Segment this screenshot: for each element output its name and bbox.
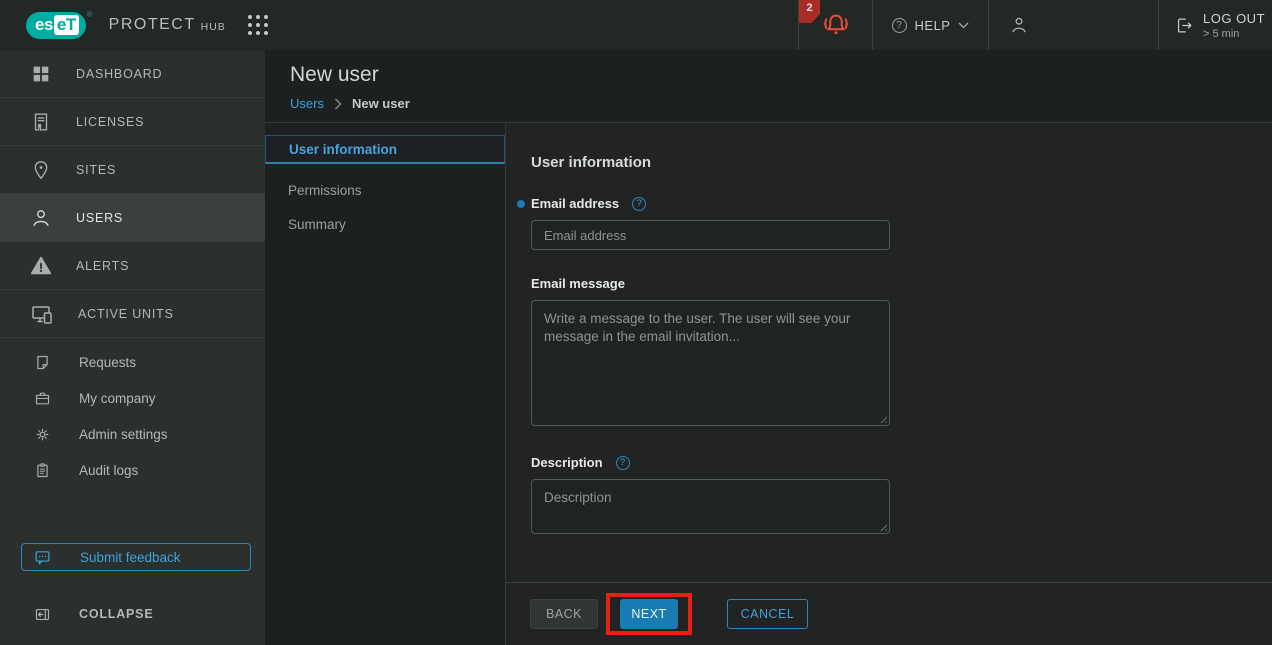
- logout-icon: [1175, 16, 1194, 35]
- sidebar-secondary-nav: Requests My company Admin settings Aud: [0, 344, 265, 488]
- session-timeout-text: > 5 min: [1203, 28, 1265, 40]
- feedback-bubble-icon: [34, 549, 51, 566]
- annotation-next-highlight: NEXT: [606, 593, 692, 635]
- submit-feedback-label: Submit feedback: [80, 550, 181, 565]
- sidebar-item-admin-settings[interactable]: Admin settings: [0, 416, 265, 452]
- product-suffix: HUB: [201, 21, 226, 33]
- help-circle-icon: ?: [892, 18, 907, 33]
- help-label: HELP: [915, 18, 951, 33]
- step-permissions[interactable]: Permissions: [265, 183, 505, 198]
- notification-badge: 2: [799, 0, 820, 23]
- step-user-information[interactable]: User information: [265, 135, 505, 164]
- eset-logo[interactable]: es eT ® PROTECT HUB: [26, 12, 226, 39]
- request-note-icon: [34, 354, 51, 371]
- sidebar-item-users[interactable]: USERS: [0, 194, 265, 242]
- step-summary[interactable]: Summary: [265, 217, 505, 232]
- sidebar-nav: DASHBOARD LICENSES SITES USERS ALERTS: [0, 50, 265, 645]
- email-address-label-row: Email address ?: [531, 196, 1272, 211]
- account-menu[interactable]: [988, 0, 1158, 50]
- page-header: New user Users New user: [265, 50, 1272, 123]
- sidebar-item-licenses[interactable]: LICENSES: [0, 98, 265, 146]
- sidebar-label: SITES: [76, 163, 116, 177]
- user-icon: [30, 207, 52, 229]
- sidebar-item-audit-logs[interactable]: Audit logs: [0, 452, 265, 488]
- collapse-sidebar-button[interactable]: COLLAPSE: [0, 583, 265, 645]
- sidebar-item-requests[interactable]: Requests: [0, 344, 265, 380]
- email-message-textarea[interactable]: [531, 300, 890, 426]
- sidebar-label: Admin settings: [79, 427, 168, 442]
- license-certificate-icon: [30, 111, 52, 133]
- sidebar-label: LICENSES: [76, 115, 144, 129]
- email-message-label-row: Email message: [531, 276, 1272, 291]
- sidebar-label: USERS: [76, 211, 123, 225]
- sidebar-label: Audit logs: [79, 463, 138, 478]
- wizard-steps: User information Permissions Summary: [265, 123, 505, 645]
- sidebar-item-active-units[interactable]: ACTIVE UNITS: [0, 290, 265, 338]
- sidebar-item-dashboard[interactable]: DASHBOARD: [0, 50, 265, 98]
- warning-triangle-icon: [30, 255, 52, 277]
- breadcrumb-link-users[interactable]: Users: [290, 96, 324, 111]
- description-help-icon[interactable]: ?: [616, 456, 630, 470]
- gear-icon: [34, 426, 51, 443]
- sidebar-label: ALERTS: [76, 259, 129, 273]
- chevron-down-icon: [958, 22, 969, 29]
- main-content: New user Users New user User information…: [265, 50, 1272, 645]
- dashboard-grid-icon: [30, 63, 52, 85]
- cancel-button[interactable]: CANCEL: [727, 599, 808, 629]
- email-message-label: Email message: [531, 276, 625, 291]
- collapse-icon: [34, 606, 51, 623]
- description-label: Description: [531, 455, 603, 470]
- clipboard-icon: [34, 462, 51, 479]
- form-heading: User information: [531, 154, 1272, 171]
- breadcrumb-chevron-icon: [334, 98, 342, 110]
- eset-logo-pill: es eT: [26, 12, 86, 39]
- submit-feedback-button[interactable]: Submit feedback: [21, 543, 251, 571]
- logo-text-et: eT: [54, 15, 79, 35]
- sidebar-item-my-company[interactable]: My company: [0, 380, 265, 416]
- product-name: PROTECT: [109, 16, 196, 34]
- breadcrumb-current: New user: [352, 96, 410, 111]
- help-menu[interactable]: ? HELP: [872, 0, 988, 50]
- email-address-label: Email address: [531, 196, 619, 211]
- sidebar-label: DASHBOARD: [76, 67, 162, 81]
- sidebar-label: Requests: [79, 355, 136, 370]
- logout-button[interactable]: LOG OUT > 5 min: [1158, 0, 1272, 50]
- back-button[interactable]: BACK: [530, 599, 598, 629]
- wizard-footer: BACK NEXT CANCEL: [506, 582, 1272, 645]
- form-panel: User information Email address ? Email m…: [505, 123, 1272, 645]
- sidebar-item-alerts[interactable]: ALERTS: [0, 242, 265, 290]
- description-label-row: Description ?: [531, 455, 1272, 470]
- sidebar-item-sites[interactable]: SITES: [0, 146, 265, 194]
- registered-mark: ®: [87, 10, 93, 19]
- sidebar-label: My company: [79, 391, 156, 406]
- notifications-button[interactable]: 2: [798, 0, 872, 50]
- email-address-help-icon[interactable]: ?: [632, 197, 646, 211]
- bell-icon: [821, 10, 851, 40]
- required-dot: [517, 200, 525, 208]
- next-button[interactable]: NEXT: [620, 599, 678, 629]
- devices-icon: [30, 302, 54, 326]
- email-address-input[interactable]: [531, 220, 890, 250]
- collapse-label: COLLAPSE: [79, 607, 153, 621]
- user-avatar-icon: [1009, 15, 1029, 35]
- logout-label: LOG OUT: [1203, 11, 1265, 26]
- sidebar-label: ACTIVE UNITS: [78, 307, 174, 321]
- description-textarea[interactable]: [531, 479, 890, 534]
- logo-text-es: es: [35, 15, 53, 35]
- location-pin-icon: [30, 159, 52, 181]
- page-title: New user: [290, 63, 1272, 87]
- breadcrumb: Users New user: [290, 96, 1272, 111]
- app-launcher-icon[interactable]: [248, 15, 268, 35]
- top-bar: es eT ® PROTECT HUB 2 ? HELP: [0, 0, 1272, 50]
- briefcase-icon: [34, 390, 51, 407]
